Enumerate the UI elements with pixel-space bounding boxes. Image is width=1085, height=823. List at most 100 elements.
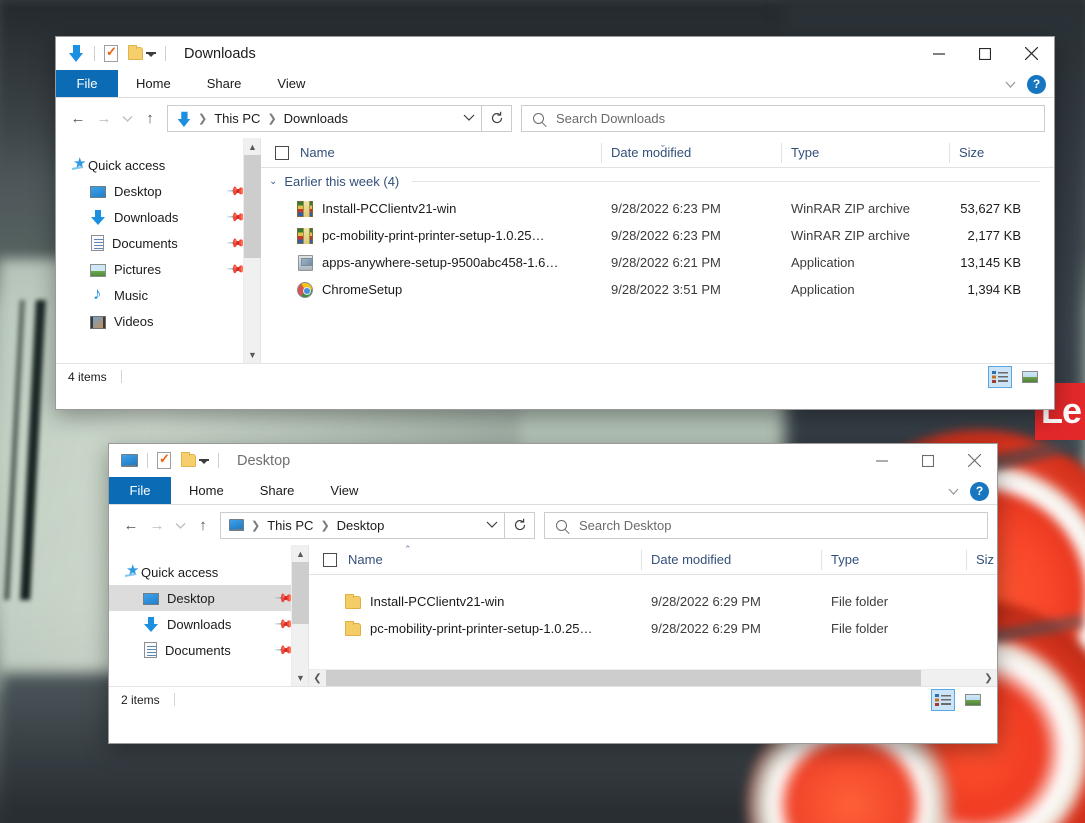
address-breadcrumb-bar[interactable]: ❯ This PC ❯ Desktop: [220, 511, 505, 539]
sidebar-item-videos[interactable]: Videos: [56, 308, 260, 334]
file-list-area-downloads[interactable]: Name ⌄ Date modified Type Size ⌄ Earlier…: [261, 138, 1054, 363]
close-button[interactable]: [1008, 37, 1054, 70]
column-headers-downloads[interactable]: Name ⌄ Date modified Type Size: [261, 138, 1054, 168]
sidebar-item-pictures[interactable]: Pictures 📌: [56, 256, 260, 282]
tab-share[interactable]: Share: [242, 477, 313, 504]
tab-share[interactable]: Share: [189, 70, 260, 97]
customize-toolbar-caret-icon[interactable]: [146, 52, 156, 57]
details-view-button[interactable]: [931, 689, 955, 711]
sidebar-item-documents[interactable]: Documents 📌: [109, 637, 308, 663]
breadcrumb-dropdown-icon[interactable]: [476, 519, 498, 531]
scroll-left-arrow-icon[interactable]: ❮: [309, 670, 326, 687]
sidebar-item-quick-access[interactable]: Quick access: [109, 559, 308, 585]
scroll-right-arrow-icon[interactable]: ❯: [980, 670, 997, 687]
search-box-desktop[interactable]: Search Desktop: [544, 511, 988, 539]
forward-button[interactable]: →: [144, 512, 170, 538]
titlebar-downloads[interactable]: Downloads: [56, 37, 1054, 70]
column-header-type[interactable]: Type: [781, 138, 949, 168]
expand-ribbon-chevron-icon[interactable]: [947, 485, 960, 498]
up-button[interactable]: ↑: [190, 512, 216, 538]
table-row[interactable]: Install-PCClientv21-win 9/28/2022 6:23 P…: [261, 195, 1054, 222]
recent-locations-button[interactable]: [117, 105, 137, 131]
sidebar-item-desktop[interactable]: Desktop 📌: [56, 178, 260, 204]
large-icons-view-button[interactable]: [961, 689, 985, 711]
tab-home[interactable]: Home: [171, 477, 242, 504]
explorer-window-desktop[interactable]: Desktop File Home Share View ? ← →: [108, 443, 998, 744]
scroll-down-arrow-icon[interactable]: ▼: [292, 669, 309, 686]
navigation-pane-desktop[interactable]: Quick access Desktop 📌 Downloads 📌 Docum…: [109, 545, 309, 686]
ribbon-tabs-downloads[interactable]: File Home Share View ?: [56, 70, 1054, 98]
scrollbar-thumb[interactable]: [244, 155, 261, 258]
group-collapse-chevron-icon[interactable]: ⌄: [269, 176, 277, 187]
column-header-date-modified[interactable]: Date modified: [641, 545, 821, 575]
help-icon[interactable]: ?: [1027, 74, 1046, 94]
navigation-scrollbar[interactable]: ▲ ▼: [291, 545, 309, 686]
ribbon-tabs-desktop[interactable]: File Home Share View ?: [109, 477, 997, 505]
column-header-name[interactable]: ⌃ Name: [309, 544, 641, 575]
tab-view[interactable]: View: [259, 70, 323, 97]
close-button[interactable]: [951, 444, 997, 477]
address-bar-row-downloads[interactable]: ← → ↑ ❯ This PC ❯ Downloads Search Downl…: [56, 98, 1054, 138]
navigation-list[interactable]: Quick access Desktop 📌 Downloads 📌 Docum…: [109, 545, 308, 663]
details-view-button[interactable]: [988, 366, 1012, 388]
file-list-area-desktop[interactable]: ⌃ Name Date modified Type Siz Install-PC…: [309, 544, 997, 687]
column-header-date-modified[interactable]: ⌄ Date modified: [601, 138, 781, 168]
refresh-button[interactable]: [482, 104, 512, 132]
column-header-size[interactable]: Siz: [966, 545, 1026, 575]
back-button[interactable]: ←: [118, 512, 144, 538]
help-icon[interactable]: ?: [970, 481, 989, 501]
breadcrumb-this-pc[interactable]: This PC: [214, 111, 260, 126]
up-button[interactable]: ↑: [137, 105, 163, 131]
horizontal-scrollbar[interactable]: ❮ ❯: [309, 669, 997, 687]
minimize-button[interactable]: [859, 444, 905, 477]
breadcrumb-dropdown-icon[interactable]: [453, 112, 475, 124]
table-row[interactable]: pc-mobility-print-printer-setup-1.0.25… …: [261, 222, 1054, 249]
breadcrumb-downloads[interactable]: Downloads: [284, 111, 348, 126]
forward-button[interactable]: →: [91, 105, 117, 131]
scrollbar-thumb[interactable]: [292, 562, 309, 624]
sidebar-item-downloads[interactable]: Downloads 📌: [56, 204, 260, 230]
tab-home[interactable]: Home: [118, 70, 189, 97]
sidebar-item-music[interactable]: Music: [56, 282, 260, 308]
tab-file[interactable]: File: [56, 70, 118, 97]
customize-toolbar-caret-icon[interactable]: [199, 459, 209, 464]
explorer-window-downloads[interactable]: Downloads File Home Share View ? ← →: [55, 36, 1055, 410]
search-box-downloads[interactable]: Search Downloads: [521, 104, 1045, 132]
refresh-button[interactable]: [505, 511, 535, 539]
table-row[interactable]: Install-PCClientv21-win 9/28/2022 6:29 P…: [309, 588, 997, 615]
column-header-name[interactable]: Name: [261, 138, 601, 168]
column-header-type[interactable]: Type: [821, 545, 966, 575]
navigation-pane-downloads[interactable]: Quick access Desktop 📌 Downloads 📌 Docum…: [56, 138, 261, 363]
recent-locations-button[interactable]: [170, 512, 190, 538]
search-input[interactable]: Search Desktop: [579, 518, 672, 533]
titlebar-desktop[interactable]: Desktop: [109, 444, 997, 477]
breadcrumb-desktop[interactable]: Desktop: [337, 518, 385, 533]
tab-file[interactable]: File: [109, 477, 171, 504]
minimize-button[interactable]: [916, 37, 962, 70]
sidebar-item-desktop[interactable]: Desktop 📌: [109, 585, 308, 611]
tab-view[interactable]: View: [312, 477, 376, 504]
table-row[interactable]: pc-mobility-print-printer-setup-1.0.25… …: [309, 615, 997, 642]
properties-icon[interactable]: [104, 44, 118, 62]
address-breadcrumb-bar[interactable]: ❯ This PC ❯ Downloads: [167, 104, 482, 132]
scroll-down-arrow-icon[interactable]: ▼: [244, 346, 261, 363]
sidebar-item-quick-access[interactable]: Quick access: [56, 152, 260, 178]
select-all-checkbox[interactable]: [275, 145, 289, 160]
group-header-earlier-this-week[interactable]: ⌄ Earlier this week (4): [261, 168, 1054, 195]
search-input[interactable]: Search Downloads: [556, 111, 665, 126]
select-all-checkbox[interactable]: [323, 552, 337, 567]
breadcrumb-this-pc[interactable]: This PC: [267, 518, 313, 533]
maximize-button[interactable]: [905, 444, 951, 477]
maximize-button[interactable]: [962, 37, 1008, 70]
navigation-scrollbar[interactable]: ▲ ▼: [243, 138, 261, 363]
expand-ribbon-chevron-icon[interactable]: [1004, 78, 1017, 91]
column-header-size[interactable]: Size: [949, 138, 1039, 168]
sidebar-item-documents[interactable]: Documents 📌: [56, 230, 260, 256]
table-row[interactable]: ChromeSetup 9/28/2022 3:51 PM Applicatio…: [261, 276, 1054, 303]
scroll-up-arrow-icon[interactable]: ▲: [292, 545, 309, 562]
large-icons-view-button[interactable]: [1018, 366, 1042, 388]
new-folder-icon[interactable]: [128, 45, 143, 60]
address-bar-row-desktop[interactable]: ← → ↑ ❯ This PC ❯ Desktop Search Desktop: [109, 505, 997, 545]
scroll-up-arrow-icon[interactable]: ▲: [244, 138, 261, 155]
back-button[interactable]: ←: [65, 105, 91, 131]
